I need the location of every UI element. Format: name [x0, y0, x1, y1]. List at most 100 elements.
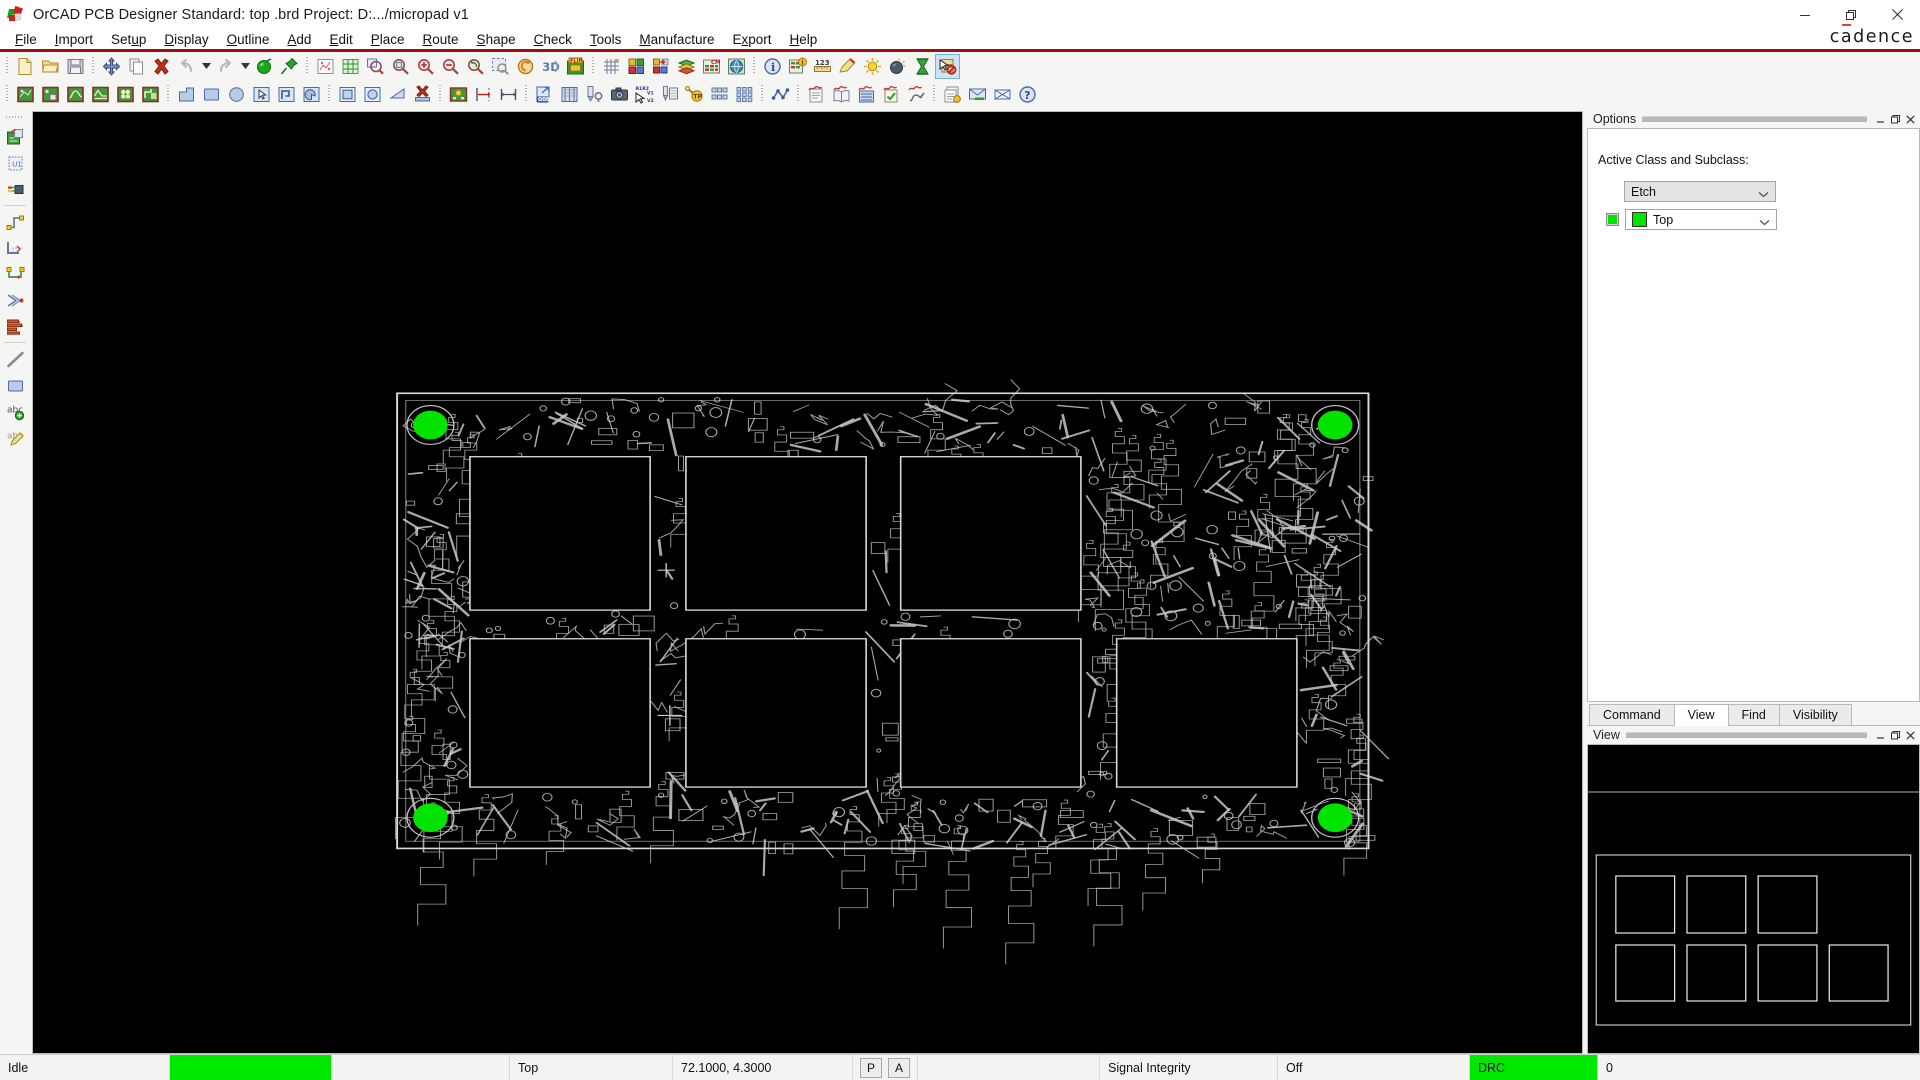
- net-ball-icon[interactable]: [252, 54, 277, 79]
- matrix-place-icon[interactable]: [732, 82, 757, 107]
- move-icon[interactable]: [99, 54, 124, 79]
- menu-help[interactable]: Help: [780, 30, 826, 49]
- drill-legend-icon[interactable]: [557, 82, 582, 107]
- odb-export-icon[interactable]: ODB: [532, 82, 557, 107]
- toolbar-grip[interactable]: [165, 83, 172, 105]
- si-report-icon[interactable]: [804, 82, 829, 107]
- tab-view[interactable]: View: [1673, 704, 1729, 726]
- redo-icon[interactable]: [213, 54, 238, 79]
- quick-place-icon[interactable]: [2, 176, 28, 202]
- refdes-swap-icon[interactable]: R1R2 V1 V2: [632, 82, 657, 107]
- redo-dropdown-icon[interactable]: [238, 54, 252, 79]
- si-audit-icon[interactable]: [879, 82, 904, 107]
- measure-icon[interactable]: 123: [810, 54, 835, 79]
- toolbar-grip[interactable]: [304, 55, 311, 77]
- shape-rect-icon[interactable]: [199, 82, 224, 107]
- toolbar-grip[interactable]: [326, 83, 333, 105]
- new-file-icon[interactable]: [13, 54, 38, 79]
- report-icon[interactable]: [940, 82, 965, 107]
- subclass-visibility-toggle[interactable]: [1606, 213, 1619, 226]
- array-place-icon[interactable]: [707, 82, 732, 107]
- menu-setup[interactable]: Setup: [102, 30, 155, 49]
- color-palette-icon[interactable]: [624, 54, 649, 79]
- artwork-camera-icon[interactable]: [607, 82, 632, 107]
- add-text-icon[interactable]: abc: [2, 398, 28, 424]
- menu-display[interactable]: Display: [155, 30, 217, 49]
- toggle-p-button[interactable]: P: [860, 1057, 882, 1078]
- menu-route[interactable]: Route: [414, 30, 468, 49]
- nc-drill-icon[interactable]: [582, 82, 607, 107]
- shape-void-icon[interactable]: [385, 82, 410, 107]
- etch-add-icon[interactable]: [38, 82, 63, 107]
- board-outline-icon[interactable]: [446, 82, 471, 107]
- toggle-a-button[interactable]: A: [888, 1057, 910, 1078]
- dimension-linear-icon[interactable]: [471, 82, 496, 107]
- tab-find[interactable]: Find: [1727, 704, 1780, 725]
- highlight-icon[interactable]: [835, 54, 860, 79]
- grid-toggle-icon[interactable]: [599, 54, 624, 79]
- undo-icon[interactable]: [174, 54, 199, 79]
- zoom-selection-icon[interactable]: [488, 54, 513, 79]
- panel-minimize-icon[interactable]: [1873, 728, 1888, 743]
- delay-tune-icon[interactable]: [2, 261, 28, 287]
- zoom-fit-icon[interactable]: [363, 54, 388, 79]
- menu-place[interactable]: Place: [362, 30, 414, 49]
- panel-drag-rail[interactable]: [1625, 732, 1867, 738]
- active-class-combo[interactable]: Etch: [1624, 181, 1776, 202]
- etch-slide-icon[interactable]: [88, 82, 113, 107]
- shape-circle-outline-icon[interactable]: [360, 82, 385, 107]
- view-3d-icon[interactable]: 3D: [538, 54, 563, 79]
- toolbar-grip[interactable]: [4, 55, 11, 77]
- menu-check[interactable]: Check: [525, 30, 581, 49]
- pin-icon[interactable]: [277, 54, 302, 79]
- shape-arc-icon[interactable]: [299, 82, 324, 107]
- board-display-icon[interactable]: [313, 54, 338, 79]
- si-probe-icon[interactable]: [904, 82, 929, 107]
- cm-table-icon[interactable]: CM: [699, 54, 724, 79]
- edit-text-icon[interactable]: abc: [2, 424, 28, 450]
- testpoint-icon[interactable]: TP: [682, 82, 707, 107]
- add-line-icon[interactable]: [2, 346, 28, 372]
- bom-mail-icon[interactable]: [965, 82, 990, 107]
- fanout-icon[interactable]: [2, 287, 28, 313]
- delete-icon[interactable]: [149, 54, 174, 79]
- place-symbol-icon[interactable]: U1: [2, 150, 28, 176]
- menu-shape[interactable]: Shape: [468, 30, 525, 49]
- color-layers-icon[interactable]: [338, 54, 363, 79]
- property-edit-icon[interactable]: i: [785, 54, 810, 79]
- menu-import[interactable]: Import: [46, 30, 102, 49]
- close-icon[interactable]: [1874, 0, 1920, 29]
- shape-select-icon[interactable]: [249, 82, 274, 107]
- slide-icon[interactable]: [2, 235, 28, 261]
- layer-stackup-icon[interactable]: [674, 54, 699, 79]
- shadow-icon[interactable]: [885, 54, 910, 79]
- open-folder-icon[interactable]: [38, 54, 63, 79]
- shape-delete-icon[interactable]: [410, 82, 435, 107]
- place-component-icon[interactable]: [2, 124, 28, 150]
- etch-edit-icon[interactable]: [13, 82, 38, 107]
- toolbar-grip[interactable]: [523, 83, 530, 105]
- net-schedule-icon[interactable]: [2, 313, 28, 339]
- zoom-previous-icon[interactable]: [463, 54, 488, 79]
- menu-edit[interactable]: Edit: [320, 30, 361, 49]
- panel-minimize-icon[interactable]: [1873, 112, 1888, 127]
- shape-circle-icon[interactable]: [224, 82, 249, 107]
- flip-design-icon[interactable]: FLIP: [563, 54, 588, 79]
- minimize-icon[interactable]: [1782, 0, 1828, 29]
- undo-dropdown-icon[interactable]: [199, 54, 213, 79]
- help-icon[interactable]: ?: [1015, 82, 1040, 107]
- shape-polygon-icon[interactable]: [274, 82, 299, 107]
- redraw-icon[interactable]: [513, 54, 538, 79]
- toolbar-grip[interactable]: [90, 55, 97, 77]
- tab-visibility[interactable]: Visibility: [1778, 704, 1852, 725]
- toolbar-grip[interactable]: [751, 55, 758, 77]
- global-view-icon[interactable]: [724, 54, 749, 79]
- menu-file[interactable]: File: [6, 30, 46, 49]
- menu-tools[interactable]: Tools: [581, 30, 631, 49]
- panel-close-icon[interactable]: [1903, 112, 1918, 127]
- drill-table-icon[interactable]: [657, 82, 682, 107]
- menu-add[interactable]: Add: [278, 30, 320, 49]
- panel-float-icon[interactable]: [1888, 728, 1903, 743]
- active-subclass-combo[interactable]: Top: [1625, 209, 1777, 230]
- dimension-span-icon[interactable]: [496, 82, 521, 107]
